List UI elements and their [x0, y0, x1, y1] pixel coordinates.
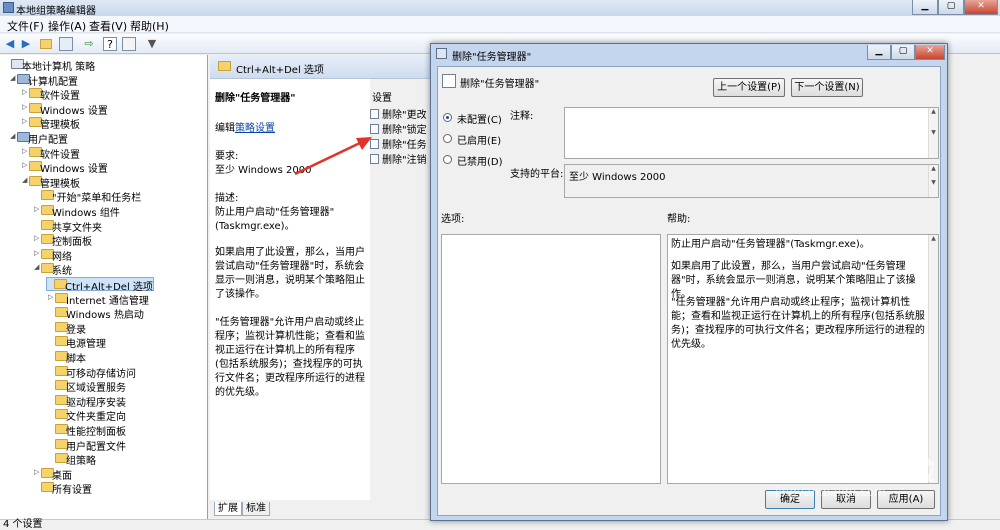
tree-node-label: 区域设置服务 [66, 383, 126, 395]
tree-node-label: 软件设置 [40, 149, 80, 161]
radio-not-configured[interactable] [443, 113, 452, 122]
description-text-1: 防止用户启动"任务管理器"(Taskmgr.exe)。 [215, 207, 335, 232]
tree-node-label: 所有设置 [52, 485, 92, 497]
comment-label: 注释: [510, 111, 534, 122]
menu-view[interactable]: 查看(V) [89, 18, 127, 34]
red-arrow-annotation [294, 137, 372, 176]
menu-action[interactable]: 操作(A) [48, 18, 86, 34]
window-title: 本地组策略编辑器 [16, 6, 96, 17]
tree-node-label: 桌面 [52, 470, 72, 482]
policy-tree[interactable]: 本地计算机 策略 ◢ 计算机配置 ▷ 软件设置 ▷ Windows 设置 ▷ 管理模板 ◢ 用户配置… [0, 55, 208, 519]
tab-extended[interactable]: 扩展 [214, 502, 242, 516]
filter-icon[interactable]: ▼ [145, 37, 159, 51]
dialog-close-icon[interactable]: ✕ [915, 45, 945, 60]
not-configured-label: 未配置(C) [457, 115, 502, 126]
close-icon[interactable]: ✕ [964, 0, 998, 15]
dialog-heading: 删除"任务管理器" [460, 79, 540, 90]
description-text-3: "任务管理器"允许用户启动或终止程序；监视计算机性能；查看和监视正运行在计算机上… [215, 317, 365, 398]
tree-node-label: 系统 [52, 266, 72, 278]
tree-node-label: Internet 通信管理 [66, 295, 149, 307]
previous-setting-button[interactable]: 上一个设置(P) [713, 78, 785, 97]
watermark-url: jingyan.baidu.com [775, 485, 886, 499]
tree-node-label: 可移动存储访问 [66, 368, 136, 380]
comment-input[interactable]: ▲ ▼ [564, 107, 939, 159]
maximize-icon[interactable]: ▢ [938, 0, 964, 15]
dialog-title: 删除"任务管理器" [452, 52, 532, 63]
tree-node-label: 文件夹重定向 [66, 412, 126, 424]
settings-header: 设置 [372, 93, 392, 104]
tree-node[interactable]: Ctrl+Alt+Del 选项 [46, 277, 154, 293]
next-setting-button[interactable]: 下一个设置(N) [791, 78, 863, 97]
description-label: 描述: [215, 193, 239, 204]
radio-enabled[interactable] [443, 134, 452, 143]
detail-header: Ctrl+Alt+Del 选项 [210, 55, 430, 79]
tree-node-label: 脚本 [66, 354, 86, 365]
tree-node-label: Windows 热启动 [66, 310, 144, 322]
enabled-label: 已启用(E) [457, 136, 502, 147]
tree-node-label: 网络 [52, 251, 72, 263]
dialog-minimize-icon[interactable]: ▁ [867, 45, 891, 60]
platform-label: 支持的平台: [510, 169, 564, 180]
tree-node-label: 用户配置 [28, 135, 68, 146]
tree-node-label: 管理模板 [40, 120, 80, 132]
detail-header-title: Ctrl+Alt+Del 选项 [236, 65, 324, 76]
show-hide-tree-icon[interactable] [59, 37, 73, 51]
tree-node-label: 组策略 [66, 456, 96, 468]
tree-node-label: 电源管理 [66, 339, 106, 351]
dialog-title-bar: 删除"任务管理器" ▁ ▢ ✕ [431, 44, 947, 64]
menu-bar: 文件(F) 操作(A) 查看(V) 帮助(H) [0, 16, 1000, 33]
tree-node-label: Windows 组件 [52, 208, 120, 219]
edit-policy-link[interactable]: 策略设置 [235, 123, 275, 134]
platform-field: 至少 Windows 2000 ▲ ▼ [564, 164, 939, 198]
title-bar: 本地组策略编辑器 ▁ ▢ ✕ [0, 0, 1000, 17]
policy-setting-icon [442, 74, 456, 88]
tree-node-label: "开始"菜单和任务栏 [52, 193, 142, 205]
policy-title: 删除"任务管理器" [215, 93, 296, 104]
menu-help[interactable]: 帮助(H) [130, 18, 169, 34]
options-panel [441, 234, 661, 484]
app-icon [3, 2, 14, 13]
tab-standard[interactable]: 标准 [242, 502, 270, 516]
policy-icon [370, 109, 379, 119]
baidu-watermark: Bai du 经验 [750, 453, 937, 488]
up-folder-icon[interactable] [40, 39, 52, 49]
tree-node-label: 共享文件夹 [52, 222, 102, 234]
tree-node-label: 驱动程序安装 [66, 397, 126, 409]
tree-node-label: 控制面板 [52, 237, 92, 249]
tree-node-label: 计算机配置 [28, 76, 78, 88]
comment-scrollbar[interactable]: ▲ ▼ [928, 108, 938, 158]
help-text-1: 防止用户启动"任务管理器"(Taskmgr.exe)。 [671, 239, 870, 250]
forward-arrow-icon[interactable]: ▶ [19, 37, 33, 51]
folder-icon [218, 61, 231, 71]
tree-node-label: 登录 [66, 324, 86, 336]
tree-node-label: 性能控制面板 [66, 427, 126, 438]
tree-node-label: 管理模板 [40, 178, 80, 190]
help-icon[interactable]: ? [103, 37, 117, 51]
dialog-maximize-icon[interactable]: ▢ [891, 45, 915, 60]
back-arrow-icon[interactable]: ◀ [3, 37, 17, 51]
export-list-icon[interactable]: ⇨ [82, 37, 96, 51]
tree-node-label: Windows 设置 [40, 105, 108, 117]
description-text-2: 如果启用了此设置，那么，当用户尝试启动"任务管理器"时，系统会显示一则消息，说明… [215, 247, 365, 300]
tree-node-label: 本地计算机 策略 [22, 62, 96, 73]
help-label: 帮助: [667, 214, 691, 225]
setting-row[interactable]: 删除"更改 [370, 106, 427, 121]
help-text-3: "任务管理器"允许用户启动或终止程序；监视计算机性能；查看和监视正运行在计算机上… [671, 297, 925, 350]
options-label: 选项: [441, 214, 465, 225]
view-tabs: 扩展 标准 [210, 500, 430, 518]
disabled-label: 已禁用(D) [457, 157, 503, 168]
menu-file[interactable]: 文件(F) [7, 18, 44, 34]
platform-scrollbar[interactable]: ▲ ▼ [928, 165, 938, 197]
tree-node-label: 软件设置 [40, 91, 80, 103]
tree-node-label: Windows 设置 [40, 164, 108, 176]
dialog-icon [436, 48, 447, 59]
minimize-icon[interactable]: ▁ [912, 0, 938, 15]
tree-node-label: 用户配置文件 [66, 441, 126, 453]
properties-icon[interactable] [122, 37, 136, 51]
radio-disabled[interactable] [443, 155, 452, 164]
